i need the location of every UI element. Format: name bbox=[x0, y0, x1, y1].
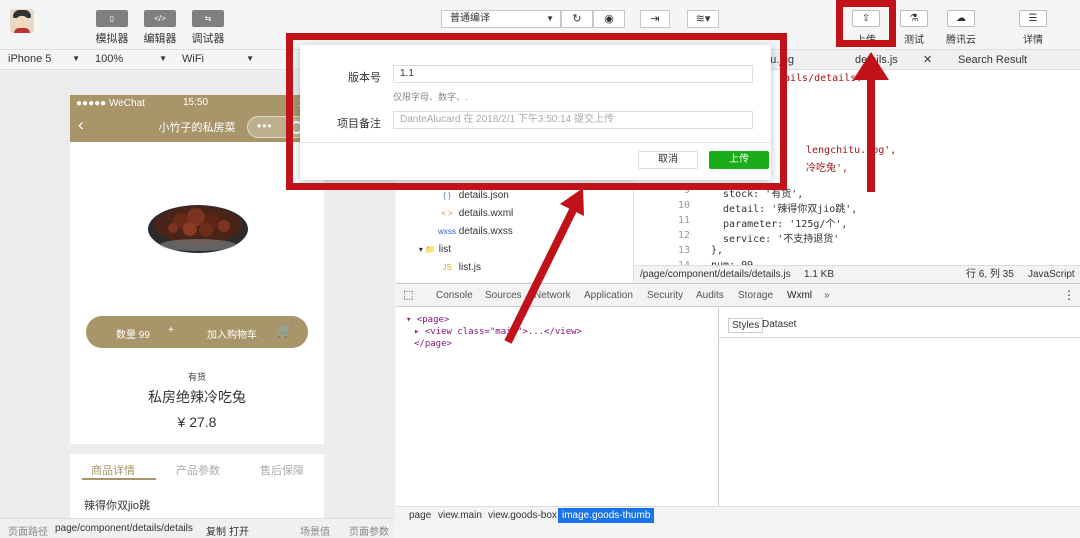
annotation-arrows bbox=[504, 52, 889, 344]
devtools-window: ▯ 模拟器 </> 编辑器 ⇆ 调试器 普通编译 ▼ ↻ ◉ ⇥ ≋▾ ⇪ 上传… bbox=[0, 0, 1080, 538]
